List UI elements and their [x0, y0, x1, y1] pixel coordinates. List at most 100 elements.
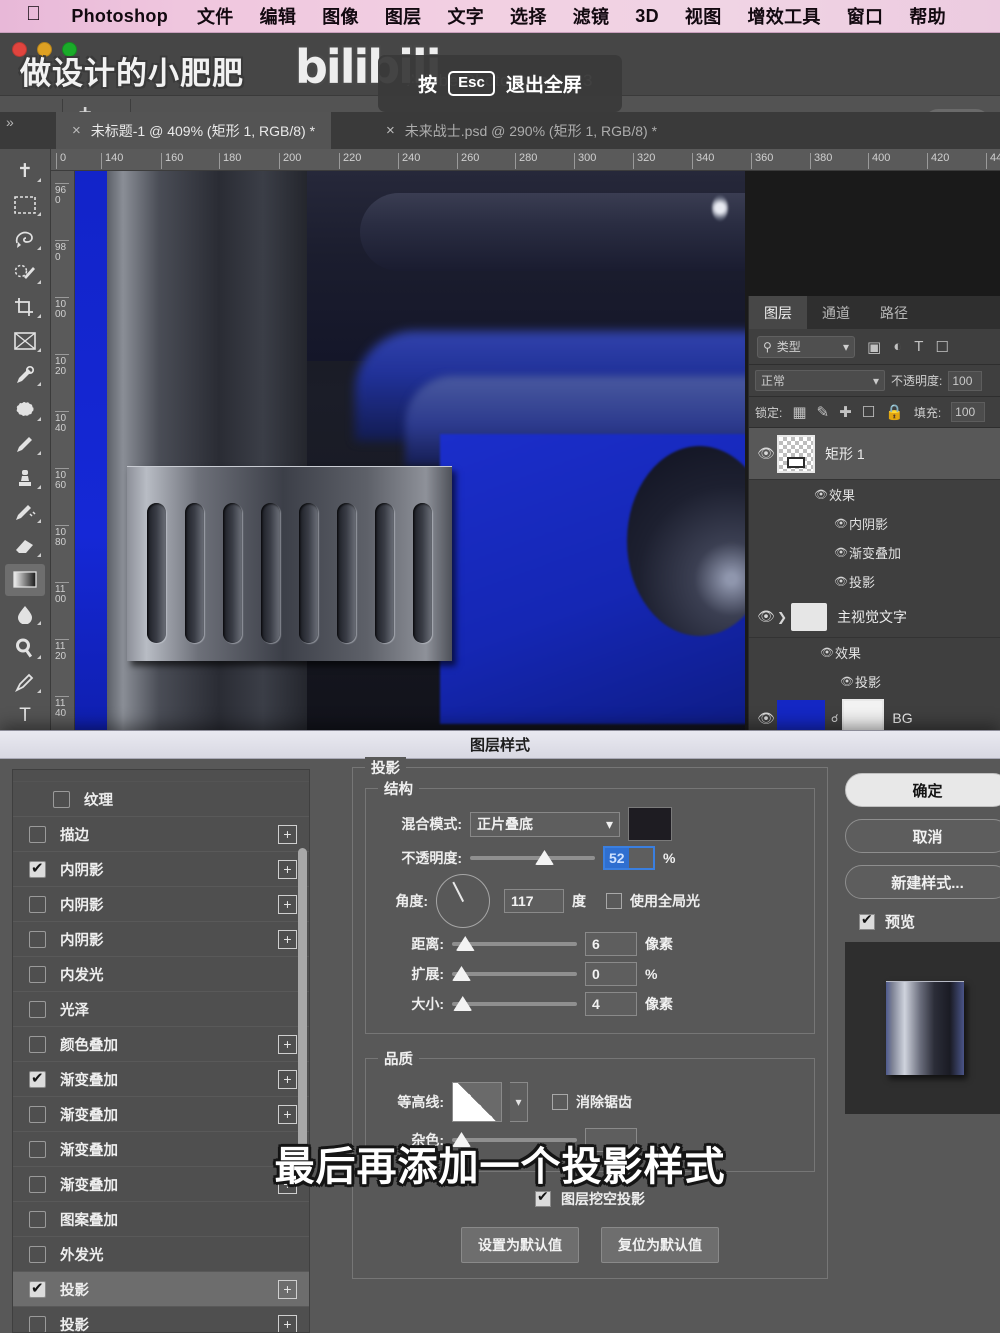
add-effect-icon[interactable]: +	[278, 895, 297, 914]
chevron-down-icon[interactable]: ▾	[510, 1082, 528, 1122]
horizontal-ruler[interactable]: 0140160180200220240260280300320340360380…	[51, 149, 1000, 171]
clone-stamp-tool[interactable]	[5, 462, 45, 494]
distance-slider[interactable]	[452, 934, 577, 954]
opacity-slider[interactable]	[470, 848, 595, 868]
eye-icon[interactable]: 👁	[755, 710, 777, 727]
preview-checkbox[interactable]	[859, 914, 875, 930]
menu-item-edit[interactable]: 编辑	[247, 3, 310, 29]
brush-tool[interactable]	[5, 428, 45, 460]
checkbox[interactable]	[29, 826, 46, 843]
layer-filter-select[interactable]: ⚲ 类型 ▾	[757, 336, 855, 358]
add-effect-icon[interactable]: +	[278, 825, 297, 844]
eye-icon[interactable]: 👁	[813, 488, 829, 501]
lock-all-icon[interactable]: 🔒	[885, 403, 904, 421]
menu-item-window[interactable]: 窗口	[834, 3, 897, 29]
type-filter-icon[interactable]: T	[914, 338, 923, 355]
checkbox[interactable]	[29, 1281, 46, 1298]
canvas-artwork[interactable]	[75, 171, 745, 732]
effects-list-scrollbar[interactable]	[298, 848, 307, 1148]
checkbox[interactable]	[29, 896, 46, 913]
quick-selection-tool[interactable]	[5, 257, 45, 289]
layer-effect-drop-shadow[interactable]: 👁 投影	[749, 667, 1000, 696]
add-effect-icon[interactable]: +	[278, 1035, 297, 1054]
blend-mode-select[interactable]: 正片叠底 ▾	[470, 812, 620, 837]
checkbox[interactable]	[29, 1071, 46, 1088]
antialias-checkbox[interactable]	[552, 1094, 568, 1110]
opacity-value[interactable]: 100	[948, 371, 982, 391]
eye-icon[interactable]: 👁	[755, 445, 777, 462]
eye-icon[interactable]: 👁	[839, 675, 855, 688]
lasso-tool[interactable]	[5, 223, 45, 255]
layer-blend-mode-select[interactable]: 正常 ▾	[755, 370, 885, 391]
checkbox[interactable]	[29, 1106, 46, 1123]
cancel-button[interactable]: 取消	[845, 819, 1000, 853]
contour-preview[interactable]	[452, 1082, 502, 1122]
close-icon[interactable]: ×	[72, 122, 81, 139]
shape-filter-icon[interactable]: ☐	[935, 338, 948, 356]
effects-list[interactable]: 纹理 描边 + 内阴影 + 内阴影 + 内阴影 +	[12, 769, 310, 1333]
lock-artboard-icon[interactable]: ☐	[862, 403, 875, 421]
layer-row-main-visual-text[interactable]: 👁 ❯ 主视觉文字	[749, 596, 1000, 638]
layer-effect-drop-shadow[interactable]: 👁 投影	[749, 567, 1000, 596]
effect-item-gradient-overlay-1[interactable]: 渐变叠加 +	[13, 1062, 309, 1097]
menu-item-file[interactable]: 文件	[184, 3, 247, 29]
effect-item-texture[interactable]: 纹理	[13, 782, 309, 817]
menu-item-help[interactable]: 帮助	[896, 3, 959, 29]
menu-item-type[interactable]: 文字	[434, 3, 497, 29]
layer-group-thumbnail[interactable]	[791, 603, 827, 631]
lock-transparency-icon[interactable]: ▦	[792, 403, 806, 421]
effect-item-outer-glow[interactable]: 外发光	[13, 1237, 309, 1272]
eyedropper-tool[interactable]	[5, 359, 45, 391]
rectangular-marquee-tool[interactable]	[5, 189, 45, 221]
checkbox[interactable]	[29, 1246, 46, 1263]
type-tool[interactable]: T	[5, 700, 45, 732]
crop-tool[interactable]	[5, 291, 45, 323]
add-effect-icon[interactable]: +	[278, 930, 297, 949]
size-slider[interactable]	[452, 994, 577, 1014]
add-effect-icon[interactable]: +	[278, 1070, 297, 1089]
chevron-right-icon[interactable]: ❯	[777, 610, 787, 624]
spot-healing-brush-tool[interactable]	[5, 393, 45, 425]
effect-item-inner-shadow-1[interactable]: 内阴影 +	[13, 852, 309, 887]
checkbox[interactable]	[53, 791, 70, 808]
tab-paths[interactable]: 路径	[865, 296, 923, 329]
checkbox[interactable]	[29, 1316, 46, 1333]
checkbox[interactable]	[29, 861, 46, 878]
history-brush-tool[interactable]	[5, 496, 45, 528]
menu-item-layer[interactable]: 图层	[372, 3, 435, 29]
layer-effects-group[interactable]: 👁 效果	[749, 638, 1000, 667]
blur-tool[interactable]	[5, 598, 45, 630]
checkbox[interactable]	[29, 1036, 46, 1053]
checkbox[interactable]	[29, 1211, 46, 1228]
adjustment-filter-icon[interactable]: ◐	[893, 338, 902, 355]
eye-icon[interactable]: 👁	[833, 546, 849, 559]
layer-effect-inner-shadow[interactable]: 👁 内阴影	[749, 509, 1000, 538]
spread-input[interactable]: 0	[585, 962, 637, 986]
add-effect-icon[interactable]: +	[278, 860, 297, 879]
use-global-light-checkbox[interactable]	[606, 893, 622, 909]
ok-button[interactable]: 确定	[845, 773, 1000, 807]
document-tab-future-warrior[interactable]: × 未来战士.psd @ 290% (矩形 1, RGB/8) *	[370, 112, 673, 149]
pen-tool[interactable]	[5, 666, 45, 698]
image-filter-icon[interactable]: ▣	[867, 338, 881, 356]
eye-icon[interactable]: 👁	[833, 575, 849, 588]
angle-input[interactable]: 117	[504, 889, 564, 913]
layer-effect-gradient-overlay[interactable]: 👁 渐变叠加	[749, 538, 1000, 567]
menu-app-name[interactable]: Photoshop	[55, 6, 184, 27]
layer-row-rectangle-1[interactable]: 👁 矩形 1	[749, 428, 1000, 480]
artwork-rectangle-1-shape[interactable]	[127, 466, 452, 661]
menu-item-select[interactable]: 选择	[497, 3, 560, 29]
menu-item-view[interactable]: 视图	[672, 3, 735, 29]
effect-item-satin[interactable]: 光泽	[13, 992, 309, 1027]
set-as-default-button[interactable]: 设置为默认值	[461, 1227, 579, 1263]
eye-icon[interactable]: 👁	[755, 608, 777, 625]
effect-item-gradient-overlay-2[interactable]: 渐变叠加 +	[13, 1097, 309, 1132]
apple-logo-icon[interactable]: 	[22, 3, 55, 29]
effect-item-inner-glow[interactable]: 内发光	[13, 957, 309, 992]
add-effect-icon[interactable]: +	[278, 1280, 297, 1299]
effect-item-drop-shadow-2[interactable]: 投影 +	[13, 1307, 309, 1333]
effect-item-inner-shadow-2[interactable]: 内阴影 +	[13, 887, 309, 922]
size-input[interactable]: 4	[585, 992, 637, 1016]
checkbox[interactable]	[29, 931, 46, 948]
layer-thumbnail[interactable]	[777, 435, 815, 473]
